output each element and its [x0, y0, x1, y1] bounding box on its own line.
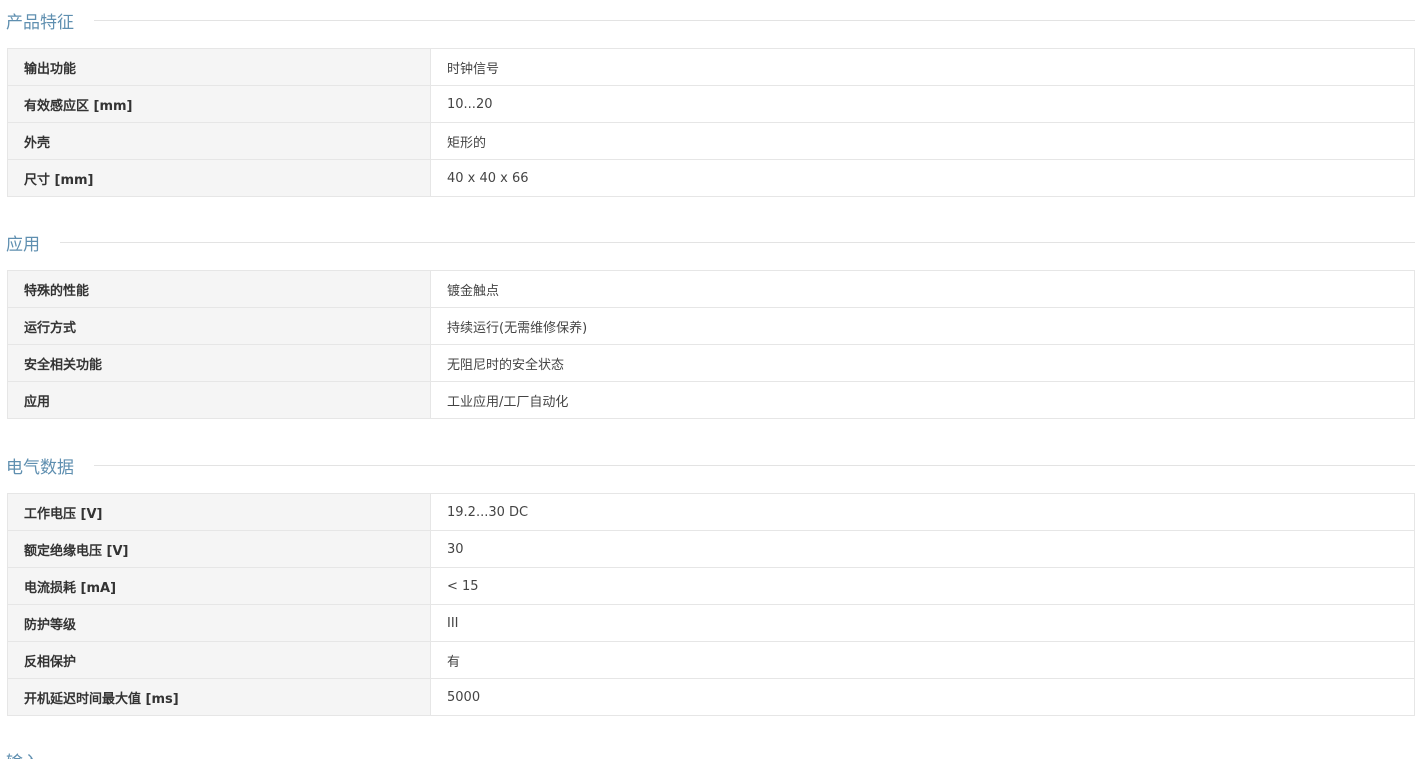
table-row: 有效感应区 [mm] 10...20 [7, 85, 1415, 123]
spec-value: 工业应用/工厂自动化 [430, 381, 1415, 419]
spec-label: 安全相关功能 [7, 344, 431, 382]
section-header: 应用 [6, 227, 1415, 257]
section-title: 输入 [6, 748, 60, 759]
spec-table: 特殊的性能 镀金触点 运行方式 持续运行(无需维修保养) 安全相关功能 无阻尼时… [7, 270, 1415, 419]
spec-table: 工作电压 [V] 19.2...30 DC 额定绝缘电压 [V] 30 电流损耗… [7, 493, 1415, 716]
spec-value: 19.2...30 DC [430, 493, 1415, 531]
spec-page: 产品特征 输出功能 时钟信号 有效感应区 [mm] 10...20 外壳 矩形的… [0, 0, 1426, 759]
table-row: 应用 工业应用/工厂自动化 [7, 381, 1415, 419]
section-title: 电气数据 [6, 457, 74, 478]
table-row: 尺寸 [mm] 40 x 40 x 66 [7, 159, 1415, 197]
spec-label: 尺寸 [mm] [7, 159, 431, 197]
table-row: 反相保护 有 [7, 641, 1415, 679]
spec-value: 30 [430, 530, 1415, 568]
spec-value: < 15 [430, 567, 1415, 605]
table-row: 工作电压 [V] 19.2...30 DC [7, 493, 1415, 531]
spec-label: 工作电压 [V] [7, 493, 431, 531]
spec-value: III [430, 604, 1415, 642]
section-header: 产品特征 [6, 5, 1415, 35]
spec-value: 10...20 [430, 85, 1415, 123]
section-divider [60, 241, 1415, 243]
spec-value: 矩形的 [430, 122, 1415, 160]
section-product-features: 产品特征 输出功能 时钟信号 有效感应区 [mm] 10...20 外壳 矩形的… [6, 5, 1415, 197]
spec-label: 额定绝缘电压 [V] [7, 530, 431, 568]
table-row: 防护等级 III [7, 604, 1415, 642]
section-input: 输入 [6, 745, 1415, 759]
spec-label: 防护等级 [7, 604, 431, 642]
spec-value: 5000 [430, 678, 1415, 716]
spec-table: 输出功能 时钟信号 有效感应区 [mm] 10...20 外壳 矩形的 尺寸 [… [7, 48, 1415, 197]
spec-label: 反相保护 [7, 641, 431, 679]
spec-label: 特殊的性能 [7, 270, 431, 308]
spec-value: 镀金触点 [430, 270, 1415, 308]
section-title: 应用 [6, 234, 40, 255]
table-row: 特殊的性能 镀金触点 [7, 270, 1415, 308]
section-title: 产品特征 [6, 12, 74, 33]
table-row: 安全相关功能 无阻尼时的安全状态 [7, 344, 1415, 382]
section-divider [94, 19, 1415, 21]
spec-value: 时钟信号 [430, 48, 1415, 86]
table-row: 运行方式 持续运行(无需维修保养) [7, 307, 1415, 345]
spec-label: 电流损耗 [mA] [7, 567, 431, 605]
section-electrical-data: 电气数据 工作电压 [V] 19.2...30 DC 额定绝缘电压 [V] 30… [6, 450, 1415, 716]
spec-value: 持续运行(无需维修保养) [430, 307, 1415, 345]
spec-value: 无阻尼时的安全状态 [430, 344, 1415, 382]
table-row: 输出功能 时钟信号 [7, 48, 1415, 86]
table-row: 开机延迟时间最大值 [ms] 5000 [7, 678, 1415, 716]
section-header: 电气数据 [6, 450, 1415, 480]
section-application: 应用 特殊的性能 镀金触点 运行方式 持续运行(无需维修保养) 安全相关功能 无… [6, 227, 1415, 419]
spec-label: 开机延迟时间最大值 [ms] [7, 678, 431, 716]
spec-label: 有效感应区 [mm] [7, 85, 431, 123]
spec-value: 40 x 40 x 66 [430, 159, 1415, 197]
spec-label: 输出功能 [7, 48, 431, 86]
table-row: 电流损耗 [mA] < 15 [7, 567, 1415, 605]
spec-label: 运行方式 [7, 307, 431, 345]
spec-label: 应用 [7, 381, 431, 419]
table-row: 外壳 矩形的 [7, 122, 1415, 160]
section-header: 输入 [6, 745, 1415, 759]
section-divider [94, 464, 1415, 466]
spec-value: 有 [430, 641, 1415, 679]
table-row: 额定绝缘电压 [V] 30 [7, 530, 1415, 568]
spec-label: 外壳 [7, 122, 431, 160]
